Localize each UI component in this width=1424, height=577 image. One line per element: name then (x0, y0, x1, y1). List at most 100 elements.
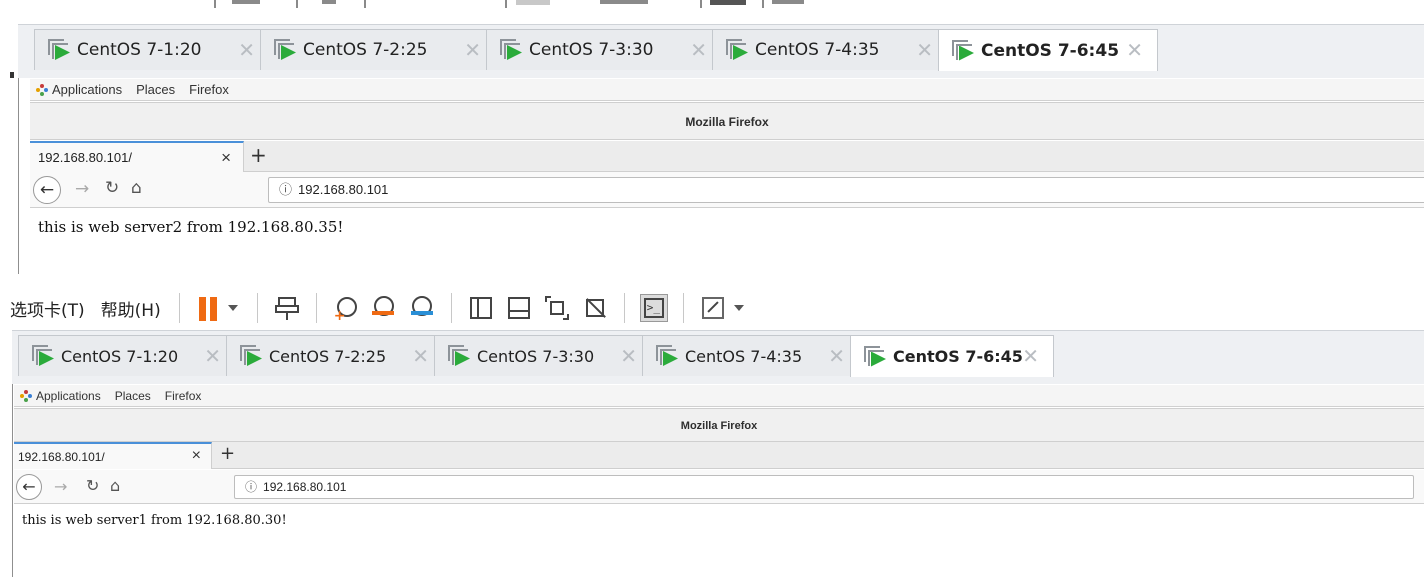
fit-guest-icon[interactable] (543, 294, 571, 322)
toolbar-separator (364, 0, 366, 8)
new-tab-button[interactable]: + (220, 443, 235, 464)
vm-icon (725, 38, 749, 62)
close-icon[interactable]: ✕ (204, 346, 221, 366)
toolbar-separator (256, 293, 258, 323)
vm-tab-centos-7-1[interactable]: CentOS 7-1:20 ✕ (18, 335, 236, 376)
back-button[interactable]: ← (33, 176, 61, 204)
reload-button[interactable]: ↻ (86, 476, 99, 495)
menu-tabs-label: 选项卡(T) (10, 300, 85, 321)
vm-tab-label: CentOS 7-4:35 (685, 346, 803, 366)
vm-icon (447, 344, 471, 368)
home-button[interactable]: ⌂ (110, 476, 120, 495)
toolbar-separator (682, 293, 684, 323)
forward-button[interactable]: → (75, 179, 89, 199)
home-button[interactable]: ⌂ (131, 178, 142, 198)
close-icon[interactable]: ✕ (464, 40, 481, 60)
firefox-tab[interactable]: 192.168.80.101/ × (30, 141, 244, 172)
close-tab-icon[interactable]: × (192, 447, 201, 465)
dropdown-caret-icon[interactable] (226, 294, 242, 322)
places-menu[interactable]: Places (136, 82, 175, 97)
close-icon[interactable]: ✕ (412, 346, 429, 366)
toolbar-icon-fragment (322, 0, 336, 4)
vm-tab-label: CentOS 7-1:20 (77, 40, 202, 60)
close-icon[interactable]: ✕ (620, 346, 637, 366)
firefox-window-title: Mozilla Firefox (30, 102, 1424, 140)
toolbar-separator (762, 0, 764, 8)
dropdown-caret-icon[interactable] (732, 294, 748, 322)
toolbar-separator (505, 0, 507, 8)
url-text: 192.168.80.101 (263, 480, 347, 494)
menu-tabs[interactable]: 选项卡(T) (10, 296, 85, 321)
vm-tab-label: CentOS 7-3:30 (477, 346, 595, 366)
firefox-window-title: Mozilla Firefox (14, 408, 1424, 442)
vmware-toolbar: 选项卡(T) 帮助(H) + >_ (0, 288, 1424, 328)
toolbar-icon-fragment (600, 0, 648, 4)
vm-tab-centos-7-6[interactable]: CentOS 7-6:45 ✕ (850, 335, 1054, 377)
window-edge-marker (10, 72, 14, 78)
toolbar-icon-fragment (772, 0, 804, 4)
vm-tab-label: CentOS 7-3:30 (529, 40, 654, 60)
firefox-tab-title: 192.168.80.101/ (18, 450, 105, 464)
vm-icon (863, 345, 887, 369)
firefox-tab[interactable]: 192.168.80.101/ × (14, 442, 212, 469)
toolbar-separator (450, 293, 452, 323)
applications-menu[interactable]: Applications (36, 389, 101, 403)
view-thumbnail-icon[interactable] (505, 294, 533, 322)
menu-help[interactable]: 帮助(H) (101, 296, 161, 321)
close-icon[interactable]: ✕ (1022, 346, 1039, 366)
snapshot-revert-icon[interactable] (370, 294, 398, 322)
vm-icon (499, 38, 523, 62)
vm-tab-label: CentOS 7-6:45 (893, 347, 1023, 366)
vm-tab-centos-7-6[interactable]: CentOS 7-6:45 ✕ (938, 29, 1158, 71)
reload-button[interactable]: ↻ (105, 178, 119, 198)
toolbar-separator (700, 0, 702, 8)
vm-icon (655, 344, 679, 368)
back-button[interactable]: ← (16, 474, 42, 500)
vm-tab-centos-7-1[interactable]: CentOS 7-1:20 ✕ (34, 29, 270, 70)
toolbar-separator (178, 293, 180, 323)
fullscreen-icon[interactable] (699, 294, 727, 322)
toolbar-icon-fragment (516, 0, 550, 5)
close-icon[interactable]: ✕ (238, 40, 255, 60)
firefox-tab-bar: 192.168.80.101/ × + (14, 442, 1424, 469)
places-menu[interactable]: Places (115, 389, 151, 403)
snapshot-take-icon[interactable]: + (332, 294, 360, 323)
close-icon[interactable]: ✕ (916, 40, 933, 60)
toolbar-icon-fragment (710, 0, 746, 5)
info-icon[interactable]: ⓘ (279, 182, 292, 197)
firefox-menu[interactable]: Firefox (189, 82, 229, 97)
vm-tab-centos-7-3[interactable]: CentOS 7-3:30 ✕ (434, 335, 652, 376)
no-stretch-icon[interactable] (581, 294, 609, 322)
url-bar[interactable]: ⓘ 192.168.80.101 (234, 475, 1414, 499)
vm-tab-label: CentOS 7-1:20 (61, 346, 179, 366)
close-icon[interactable]: ✕ (1126, 40, 1143, 60)
vm-tab-centos-7-2[interactable]: CentOS 7-2:25 ✕ (226, 335, 444, 376)
toolbar-separator (296, 0, 298, 8)
url-bar[interactable]: ⓘ 192.168.80.101 (268, 177, 1424, 203)
toolbar-separator (623, 293, 625, 323)
vm-tab-centos-7-4[interactable]: CentOS 7-4:35 ✕ (712, 29, 948, 70)
vm-tab-centos-7-4[interactable]: CentOS 7-4:35 ✕ (642, 335, 860, 376)
vm-tab-strip: CentOS 7-1:20 ✕ CentOS 7-2:25 ✕ CentOS 7… (12, 330, 1424, 384)
vm-tab-label: CentOS 7-2:25 (269, 346, 387, 366)
new-tab-button[interactable]: + (250, 143, 267, 167)
firefox-tab-title: 192.168.80.101/ (38, 150, 132, 165)
applications-menu[interactable]: Applications (52, 82, 122, 97)
console-icon[interactable]: >_ (639, 294, 668, 322)
applications-icon (20, 389, 32, 402)
page-content-text: this is web server2 from 192.168.80.35! (38, 218, 344, 236)
send-ctrl-alt-del-icon[interactable] (273, 294, 301, 322)
firefox-menu[interactable]: Firefox (165, 389, 202, 403)
pause-icon[interactable] (195, 294, 221, 322)
close-icon[interactable]: ✕ (690, 40, 707, 60)
applications-icon (36, 83, 48, 96)
info-icon[interactable]: ⓘ (245, 480, 257, 494)
vm-icon (951, 39, 975, 63)
forward-button[interactable]: → (54, 477, 67, 496)
snapshot-manager-icon[interactable] (408, 294, 436, 322)
close-tab-icon[interactable]: × (221, 148, 231, 168)
view-sidebar-icon[interactable] (467, 294, 495, 322)
close-icon[interactable]: ✕ (828, 346, 845, 366)
vm-tab-centos-7-2[interactable]: CentOS 7-2:25 ✕ (260, 29, 496, 70)
vm-tab-centos-7-3[interactable]: CentOS 7-3:30 ✕ (486, 29, 722, 70)
